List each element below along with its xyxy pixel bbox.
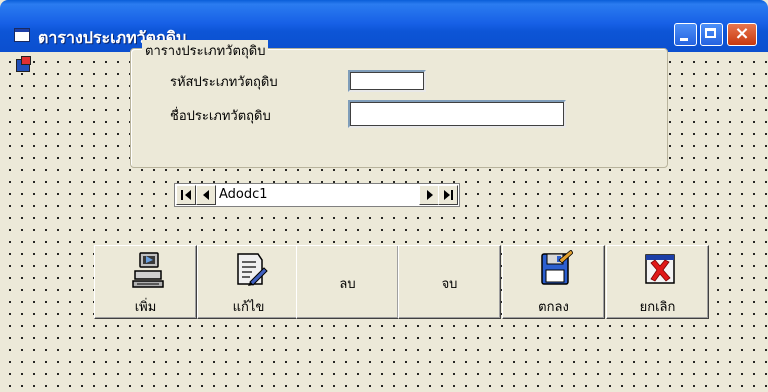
next-arrow-icon: [427, 190, 433, 200]
computer-icon: [132, 252, 164, 288]
code-field[interactable]: [348, 70, 426, 92]
edit-button[interactable]: แก้ไข: [197, 245, 300, 319]
last-arrow-icon: [444, 190, 450, 200]
name-field[interactable]: [348, 100, 566, 128]
first-arrow-icon: [185, 190, 191, 200]
move-last-button[interactable]: [438, 185, 458, 205]
ok-button-label: ตกลง: [538, 300, 569, 315]
edit-document-icon: [237, 253, 268, 286]
exit-button[interactable]: จบ: [398, 245, 501, 319]
move-first-button[interactable]: [176, 185, 196, 205]
form-designer-icon: [14, 56, 32, 72]
move-previous-button[interactable]: [196, 185, 216, 205]
delete-button[interactable]: ลบ: [296, 245, 399, 319]
frame-caption: ตารางประเภทวัตถุดิบ: [142, 40, 269, 61]
edit-button-label: แก้ไข: [232, 300, 265, 315]
floppy-disk-icon: [541, 250, 573, 285]
close-button[interactable]: ×: [727, 23, 757, 46]
close-icon: ×: [734, 23, 750, 44]
window-icon[interactable]: [14, 28, 30, 42]
add-button-label: เพิ่ม: [134, 300, 157, 315]
exit-button-label: จบ: [441, 277, 458, 292]
last-bar-icon: [451, 190, 453, 200]
first-bar-icon: [181, 190, 183, 200]
adodc-navigator: Adodc1: [174, 183, 460, 207]
code-label: รหัสประเภทวัตถุดิบ: [170, 75, 278, 90]
title-bar[interactable]: ตารางประเภทวัตถุดิบ ×: [0, 0, 768, 52]
cancel-button[interactable]: ยกเลิก: [606, 245, 709, 319]
adodc-caption: Adodc1: [219, 187, 268, 202]
cancel-button-label: ยกเลิก: [639, 300, 676, 315]
move-next-button[interactable]: [419, 185, 439, 205]
name-label: ชื่อประเภทวัตถุดิบ: [170, 109, 271, 124]
delete-button-label: ลบ: [339, 277, 356, 292]
add-button[interactable]: เพิ่ม: [94, 245, 197, 319]
maximize-button[interactable]: [700, 23, 723, 46]
red-x-icon: [645, 254, 675, 284]
app-window: ตารางประเภทวัตถุดิบ × ตารางประเภทวัตถุดิ…: [0, 0, 768, 392]
previous-arrow-icon: [203, 190, 209, 200]
ok-button[interactable]: ตกลง: [502, 245, 605, 319]
minimize-button[interactable]: [674, 23, 697, 46]
